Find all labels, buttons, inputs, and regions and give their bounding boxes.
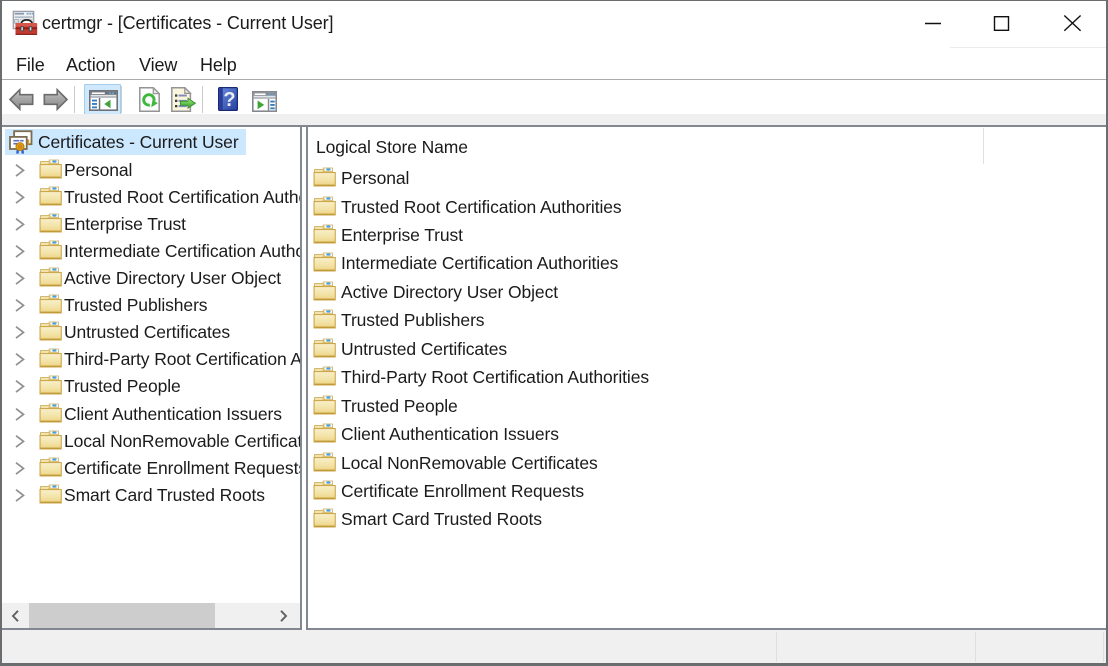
svg-text:?: ?: [223, 89, 235, 111]
